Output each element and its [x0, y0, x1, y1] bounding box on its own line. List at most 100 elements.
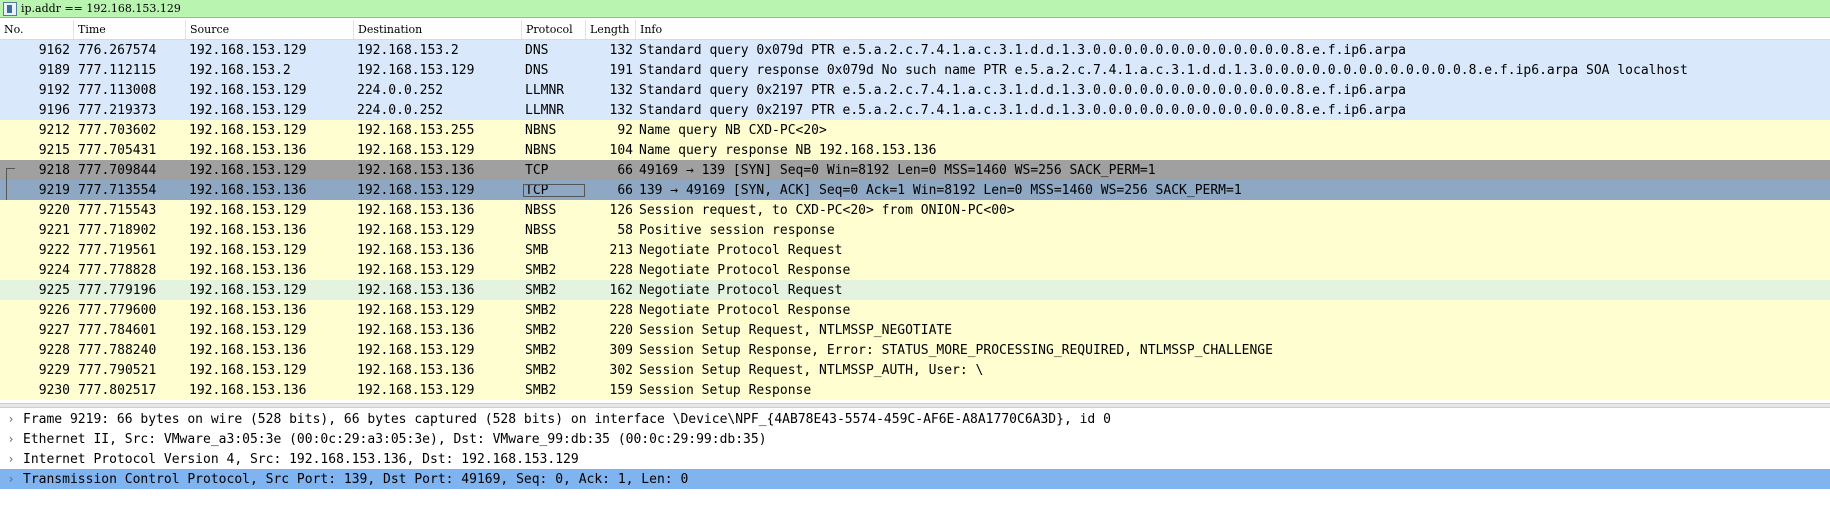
packet-destination: 192.168.153.136 — [357, 242, 475, 258]
packet-destination: 192.168.153.129 — [357, 62, 475, 78]
column-header-info[interactable]: Info — [636, 20, 1830, 39]
chevron-right-icon[interactable]: › — [0, 472, 22, 486]
packet-time: 777.790521 — [78, 362, 157, 378]
packet-no: 9228 — [38, 342, 70, 358]
packet-time: 777.778828 — [78, 262, 157, 278]
packet-no: 9230 — [38, 382, 70, 398]
packet-row[interactable]: 9222 777.719561 192.168.153.129 192.168.153… — [0, 240, 1830, 260]
column-header-no[interactable]: No. — [0, 20, 74, 39]
packet-row[interactable]: 9230 777.802517 192.168.153.136 192.168.153… — [0, 380, 1830, 400]
packet-length: 126 — [609, 202, 633, 218]
packet-row[interactable]: 9196 777.219373 192.168.153.129 224.0.0.252… — [0, 100, 1830, 120]
packet-row[interactable]: 9218 777.709844 192.168.153.129 192.168.153… — [0, 160, 1830, 181]
detail-tree-item[interactable]: › Transmission Control Protocol, Src Port… — [0, 469, 1830, 489]
packet-no: 9222 — [38, 242, 70, 258]
packet-protocol: DNS — [525, 62, 549, 78]
packet-protocol: SMB2 — [525, 302, 557, 318]
packet-no: 9224 — [38, 262, 70, 278]
bookmark-icon[interactable] — [3, 1, 17, 16]
packet-protocol: DNS — [525, 42, 549, 58]
packet-time: 777.113008 — [78, 82, 157, 98]
packet-time: 776.267574 — [78, 42, 157, 58]
packet-details-pane: › Frame 9219: 66 bytes on wire (528 bits)… — [0, 409, 1830, 528]
packet-time: 777.802517 — [78, 382, 157, 398]
packet-protocol: NBSS — [525, 222, 557, 238]
packet-source: 192.168.153.136 — [189, 302, 307, 318]
packet-source: 192.168.153.136 — [189, 222, 307, 238]
packet-list: No. Time Source Destination Protocol Len… — [0, 20, 1830, 403]
packet-row[interactable]: 9220 777.715543 192.168.153.129 192.168.153… — [0, 200, 1830, 220]
packet-info: Negotiate Protocol Response — [639, 302, 851, 318]
chevron-right-icon[interactable]: › — [0, 452, 22, 466]
packet-row[interactable]: 9225 777.779196 192.168.153.129 192.168.153… — [0, 280, 1830, 300]
packet-row[interactable]: 9219 777.713554 192.168.153.136 192.168.153… — [0, 180, 1830, 200]
packet-time: 777.784601 — [78, 322, 157, 338]
packet-protocol: NBNS — [525, 142, 557, 158]
detail-tree-item[interactable]: › Frame 9219: 66 bytes on wire (528 bits)… — [0, 409, 1830, 429]
packet-source: 192.168.153.136 — [189, 182, 307, 198]
packet-destination: 224.0.0.252 — [357, 82, 444, 98]
packet-protocol: LLMNR — [525, 102, 565, 118]
packet-info: Session Setup Response — [639, 382, 812, 398]
packet-no: 9215 — [38, 142, 70, 158]
packet-row[interactable]: 9227 777.784601 192.168.153.129 192.168.153… — [0, 320, 1830, 340]
packet-row[interactable]: 9229 777.790521 192.168.153.129 192.168.153… — [0, 360, 1830, 380]
chevron-right-icon[interactable]: › — [0, 412, 22, 426]
packet-length: 162 — [609, 282, 633, 298]
column-header-length[interactable]: Length — [586, 20, 636, 39]
packet-row[interactable]: 9228 777.788240 192.168.153.136 192.168.153… — [0, 340, 1830, 360]
packet-source: 192.168.153.129 — [189, 322, 307, 338]
pane-splitter[interactable] — [0, 403, 1830, 408]
packet-time: 777.718902 — [78, 222, 157, 238]
packet-time: 777.788240 — [78, 342, 157, 358]
packet-source: 192.168.153.136 — [189, 382, 307, 398]
packet-no: 9196 — [38, 102, 70, 118]
packet-no: 9212 — [38, 122, 70, 138]
packet-row[interactable]: 9212 777.703602 192.168.153.129 192.168.153… — [0, 120, 1830, 140]
packet-time: 777.779196 — [78, 282, 157, 298]
packet-info: Session Setup Request, NTLMSSP_AUTH, Use… — [639, 362, 984, 378]
packet-info: Name query response NB 192.168.153.136 — [639, 142, 937, 158]
packet-source: 192.168.153.129 — [189, 82, 307, 98]
packet-row[interactable]: 9189 777.112115 192.168.153.2 192.168.153.1… — [0, 60, 1830, 80]
packet-protocol: LLMNR — [525, 82, 565, 98]
packet-no: 9220 — [38, 202, 70, 218]
column-header-source[interactable]: Source — [186, 20, 354, 39]
detail-tree-item[interactable]: › Ethernet II, Src: VMware_a3:05:3e (00:0… — [0, 429, 1830, 449]
packet-row[interactable]: 9215 777.705431 192.168.153.136 192.168.153… — [0, 140, 1830, 160]
packet-length: 66 — [617, 162, 633, 178]
packet-destination: 192.168.153.129 — [357, 262, 475, 278]
packet-row[interactable]: 9221 777.718902 192.168.153.136 192.168.153… — [0, 220, 1830, 240]
packet-info: Standard query 0x2197 PTR e.5.a.2.c.7.4.… — [639, 102, 1407, 118]
packet-row[interactable]: 9224 777.778828 192.168.153.136 192.168.153… — [0, 260, 1830, 280]
packet-no: 9226 — [38, 302, 70, 318]
packet-no: 9192 — [38, 82, 70, 98]
packet-row[interactable]: 9192 777.113008 192.168.153.129 224.0.0.252… — [0, 80, 1830, 100]
packet-time: 777.112115 — [78, 62, 157, 78]
packet-destination: 192.168.153.129 — [357, 182, 475, 198]
packet-length: 228 — [609, 302, 633, 318]
packet-info: Negotiate Protocol Request — [639, 242, 843, 258]
packet-destination: 192.168.153.129 — [357, 382, 475, 398]
packet-destination: 192.168.153.129 — [357, 342, 475, 358]
packet-destination: 192.168.153.136 — [357, 162, 475, 178]
packet-row[interactable]: 9226 777.779600 192.168.153.136 192.168.153… — [0, 300, 1830, 320]
packet-row[interactable]: 9162 776.267574 192.168.153.129 192.168.153… — [0, 40, 1830, 60]
column-header-destination[interactable]: Destination — [354, 20, 522, 39]
packet-no: 9227 — [38, 322, 70, 338]
display-filter-bar[interactable]: ip.addr == 192.168.153.129 — [0, 0, 1830, 18]
packet-destination: 192.168.153.129 — [357, 222, 475, 238]
display-filter-input[interactable]: ip.addr == 192.168.153.129 — [21, 2, 181, 15]
packet-time: 777.703602 — [78, 122, 157, 138]
column-header-time[interactable]: Time — [74, 20, 186, 39]
packet-no: 9189 — [38, 62, 70, 78]
column-header-protocol[interactable]: Protocol — [522, 20, 586, 39]
packet-length: 191 — [609, 62, 633, 78]
packet-source: 192.168.153.129 — [189, 102, 307, 118]
chevron-right-icon[interactable]: › — [0, 432, 22, 446]
packet-protocol: TCP — [525, 162, 549, 178]
packet-info: Negotiate Protocol Request — [639, 282, 843, 298]
detail-tree-item[interactable]: › Internet Protocol Version 4, Src: 192.1… — [0, 449, 1830, 469]
packet-protocol: NBNS — [525, 122, 557, 138]
packet-protocol: SMB2 — [525, 362, 557, 378]
